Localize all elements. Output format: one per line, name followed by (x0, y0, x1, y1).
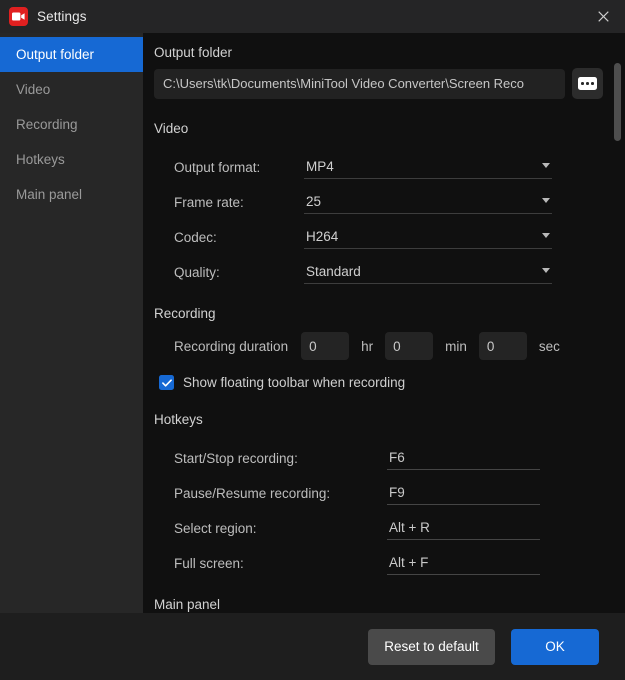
title-bar: Settings (0, 0, 625, 33)
section-heading-recording: Recording (154, 306, 216, 321)
hotkey-select-region-label: Select region: (174, 521, 257, 536)
form-row-frame-rate: Frame rate: 25 (154, 179, 603, 214)
recording-duration-label: Recording duration (174, 338, 289, 354)
codec-select[interactable]: H264 (304, 229, 552, 249)
form-row-codec: Codec: H264 (154, 214, 603, 249)
chevron-down-icon (542, 268, 550, 273)
frame-rate-label: Frame rate: (174, 195, 244, 210)
chevron-down-icon (542, 233, 550, 238)
duration-seconds-input[interactable]: 0 (478, 332, 527, 360)
sidebar-item-label: Output folder (16, 47, 95, 62)
recording-duration-row: Recording duration 0 hr 0 min 0 sec (154, 329, 603, 363)
chevron-down-icon (542, 198, 550, 203)
settings-window: Settings Output folder Video Recording H… (0, 0, 625, 680)
hotkey-row-start-stop: Start/Stop recording: F6 (154, 435, 603, 470)
hotkey-start-stop-input[interactable]: F6 (387, 450, 540, 470)
sidebar-item-recording[interactable]: Recording (0, 107, 143, 142)
codec-label: Codec: (174, 230, 217, 245)
output-folder-row: C:\Users\tk\Documents\MiniTool Video Con… (154, 68, 603, 99)
frame-rate-value: 25 (306, 194, 322, 209)
codec-value: H264 (306, 229, 339, 244)
duration-seconds-unit: sec (538, 338, 560, 354)
show-floating-toolbar-row[interactable]: Show floating toolbar when recording (154, 375, 603, 390)
quality-select[interactable]: Standard (304, 264, 552, 284)
sidebar-item-label: Video (16, 82, 51, 97)
hotkey-pause-resume-label: Pause/Resume recording: (174, 486, 331, 501)
hotkey-pause-resume-input[interactable]: F9 (387, 485, 540, 505)
settings-sidebar: Output folder Video Recording Hotkeys Ma… (0, 33, 143, 613)
settings-content-pane: Output folder C:\Users\tk\Documents\Mini… (143, 33, 625, 613)
checkbox-checked-icon[interactable] (159, 375, 174, 390)
reset-to-default-button[interactable]: Reset to default (368, 628, 495, 665)
sidebar-item-label: Hotkeys (16, 152, 65, 167)
quality-value: Standard (306, 264, 361, 279)
sidebar-item-output-folder[interactable]: Output folder (0, 37, 143, 72)
ellipsis-icon[interactable] (572, 68, 603, 99)
hotkey-row-pause-resume: Pause/Resume recording: F9 (154, 470, 603, 505)
section-heading-main-panel: Main panel (154, 597, 221, 612)
duration-hours-unit: hr (361, 338, 374, 354)
hotkey-start-stop-label: Start/Stop recording: (174, 451, 298, 466)
close-icon[interactable] (581, 0, 625, 33)
ok-button[interactable]: OK (511, 628, 599, 665)
duration-minutes-input[interactable]: 0 (385, 332, 434, 360)
video-camera-icon (9, 7, 28, 26)
dialog-footer: Reset to default OK (0, 613, 625, 680)
show-floating-toolbar-label: Show floating toolbar when recording (183, 375, 406, 390)
hotkey-full-screen-input[interactable]: Alt + F (387, 555, 540, 575)
window-title: Settings (37, 9, 87, 24)
sidebar-item-hotkeys[interactable]: Hotkeys (0, 142, 143, 177)
quality-label: Quality: (174, 265, 220, 280)
form-row-quality: Quality: Standard (154, 249, 603, 284)
chevron-down-icon (542, 163, 550, 168)
sidebar-item-main-panel[interactable]: Main panel (0, 177, 143, 212)
frame-rate-select[interactable]: 25 (304, 194, 552, 214)
sidebar-item-label: Recording (16, 117, 78, 132)
settings-scroll-area: Output folder C:\Users\tk\Documents\Mini… (143, 33, 625, 613)
output-format-value: MP4 (306, 159, 334, 174)
hotkey-full-screen-label: Full screen: (174, 556, 244, 571)
hotkey-row-full-screen: Full screen: Alt + F (154, 540, 603, 575)
duration-hours-input[interactable]: 0 (301, 332, 350, 360)
form-row-output-format: Output format: MP4 (154, 144, 603, 179)
hotkey-select-region-input[interactable]: Alt + R (387, 520, 540, 540)
hotkey-row-select-region: Select region: Alt + R (154, 505, 603, 540)
section-heading-video: Video (154, 121, 189, 136)
ellipsis-glyph (578, 77, 597, 90)
sidebar-item-label: Main panel (16, 187, 83, 202)
window-body: Output folder Video Recording Hotkeys Ma… (0, 33, 625, 613)
output-format-select[interactable]: MP4 (304, 159, 552, 179)
section-heading-output-folder: Output folder (154, 45, 233, 60)
content-scrollbar[interactable] (613, 35, 622, 611)
scrollbar-thumb[interactable] (614, 63, 621, 141)
output-format-label: Output format: (174, 160, 261, 175)
sidebar-item-video[interactable]: Video (0, 72, 143, 107)
duration-minutes-unit: min (445, 338, 467, 354)
output-folder-path-input[interactable]: C:\Users\tk\Documents\MiniTool Video Con… (154, 68, 565, 99)
section-heading-hotkeys: Hotkeys (154, 412, 203, 427)
